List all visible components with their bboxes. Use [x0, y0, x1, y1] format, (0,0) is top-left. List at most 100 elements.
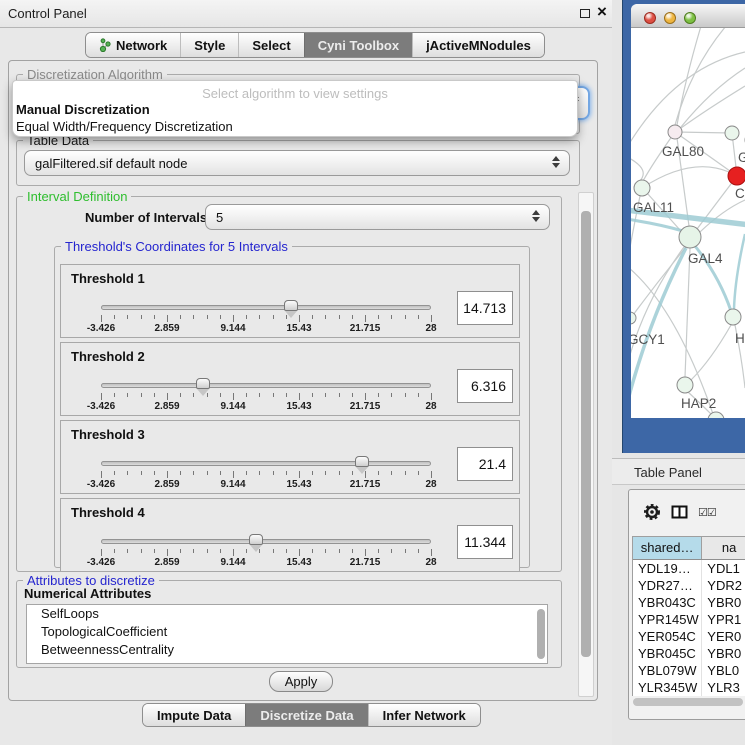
threshold-4-panel: Threshold 4 -3.4262.8599.14415.4321.71528… [60, 498, 520, 572]
float-window-icon[interactable] [580, 9, 590, 18]
zoom-traffic-light-icon[interactable] [684, 12, 696, 24]
table-panel-toolbar: ☑☑ [629, 490, 745, 534]
tick-mark [259, 393, 260, 397]
network-node-label: GAL11 [633, 200, 674, 215]
bottom-tab-infer-network[interactable]: Infer Network [368, 704, 480, 726]
attributes-list-scrollbar[interactable] [537, 609, 545, 659]
tab-network[interactable]: Network [86, 33, 180, 57]
tab-jactivemnodules[interactable]: jActiveMNodules [412, 33, 544, 57]
network-canvas[interactable]: GAL80GACGAL11GAL4GCY1HHAP2 [631, 28, 745, 418]
split-columns-icon[interactable] [671, 505, 688, 519]
numerical-attributes-list[interactable]: SelfLoopsTopologicalCoefficientBetweenne… [26, 604, 548, 664]
tick-mark [127, 393, 128, 397]
tick-label: 21.715 [350, 323, 381, 334]
threshold-3-value-field[interactable]: 21.4 [457, 447, 513, 481]
table-row[interactable]: YPR145WYPR1 [633, 611, 745, 628]
tab-style[interactable]: Style [180, 33, 238, 57]
tick-mark [233, 549, 234, 556]
tick-mark [127, 315, 128, 319]
apply-button[interactable]: Apply [269, 671, 333, 692]
gear-icon[interactable] [643, 503, 661, 521]
tick-mark [154, 471, 155, 475]
network-node-c[interactable] [728, 167, 745, 185]
table-row[interactable]: YLR345WYLR3 [633, 679, 745, 696]
algorithm-option-equal-width-frequency-discretization[interactable]: Equal Width/Frequency Discretization [16, 119, 233, 134]
threshold-2-value-field[interactable]: 6.316 [457, 369, 513, 403]
network-edge-highlighted[interactable] [734, 234, 745, 309]
bottom-tab-impute-data[interactable]: Impute Data [143, 704, 245, 726]
panel-scrollbar-thumb[interactable] [581, 211, 591, 657]
network-edge[interactable] [685, 248, 690, 377]
attribute-item-topologicalcoefficient[interactable]: TopologicalCoefficient [27, 623, 547, 641]
tab-select[interactable]: Select [238, 33, 303, 57]
tick-mark [273, 315, 274, 319]
slider-ticks [101, 315, 431, 322]
network-edge[interactable] [642, 167, 729, 188]
checkbox-pair-icon[interactable]: ☑☑ [698, 506, 716, 519]
threshold-1-value-field[interactable]: 14.713 [457, 291, 513, 325]
table-row[interactable]: YBR043CYBR0 [633, 594, 745, 611]
network-node-hap2[interactable] [677, 377, 693, 393]
bottom-tab-discretize-data[interactable]: Discretize Data [245, 704, 367, 726]
tick-mark [154, 549, 155, 553]
threshold-1-label: Threshold 1 [71, 271, 145, 286]
table-row[interactable]: YBR045CYBR0 [633, 645, 745, 662]
close-traffic-light-icon[interactable] [644, 12, 656, 24]
column-header-shared[interactable]: shared… [633, 537, 702, 559]
network-node-h[interactable] [725, 309, 741, 325]
network-node-label: H [735, 331, 745, 346]
network-node-gal80[interactable] [668, 125, 682, 139]
network-window-titlebar [631, 4, 745, 28]
tick-label: 15.43 [286, 401, 311, 412]
slider-ticks [101, 393, 431, 400]
threshold-1-slider[interactable]: -3.4262.8599.14415.4321.71528 [101, 303, 431, 333]
node-table[interactable]: shared…na YDL19…YDL1YDR27…YDR2YBR043CYBR… [632, 536, 745, 696]
control-panel-tabbar: Network StyleSelectCyni ToolboxjActiveMNo… [85, 32, 545, 58]
table-row[interactable]: YDL19…YDL1 [633, 560, 745, 577]
attribute-item-betweennesscentrality[interactable]: BetweennessCentrality [27, 641, 547, 659]
network-view-window[interactable]: GAL80GACGAL11GAL4GCY1HHAP2 [622, 0, 745, 453]
threshold-4-slider[interactable]: -3.4262.8599.14415.4321.71528 [101, 537, 431, 567]
table-row[interactable]: YBL079WYBL0 [633, 662, 745, 679]
network-edge[interactable] [675, 28, 726, 125]
tick-mark [325, 393, 326, 397]
network-node-gal11[interactable] [634, 180, 650, 196]
network-node[interactable] [725, 126, 739, 140]
tick-mark [193, 315, 194, 319]
table-row[interactable]: YER054CYER0 [633, 628, 745, 645]
network-node-gal4[interactable] [679, 226, 701, 248]
network-node-label: HAP2 [681, 396, 716, 411]
control-panel-title: Control Panel [8, 6, 87, 21]
tick-label: 28 [425, 401, 436, 412]
close-icon[interactable]: × [597, 2, 607, 22]
column-header-na[interactable]: na [702, 537, 745, 559]
tab-cyni-toolbox[interactable]: Cyni Toolbox [304, 33, 412, 57]
tick-mark [259, 471, 260, 475]
threshold-4-value-field[interactable]: 11.344 [457, 525, 513, 559]
network-edge[interactable] [631, 158, 643, 182]
threshold-4-label: Threshold 4 [71, 505, 145, 520]
minimize-traffic-light-icon[interactable] [664, 12, 676, 24]
tick-mark [286, 471, 287, 475]
threshold-3-slider[interactable]: -3.4262.8599.14415.4321.71528 [101, 459, 431, 489]
network-edge[interactable] [675, 132, 732, 133]
tick-mark [127, 471, 128, 475]
tick-mark [339, 393, 340, 397]
tick-mark [391, 315, 392, 319]
tick-label: 28 [425, 323, 436, 334]
panel-scrollbar[interactable] [578, 192, 594, 697]
threshold-2-slider[interactable]: -3.4262.8599.14415.4321.71528 [101, 381, 431, 411]
attribute-item-selfloops[interactable]: SelfLoops [27, 605, 547, 623]
network-node-gcy1[interactable] [631, 312, 636, 324]
number-of-intervals-select[interactable]: 5 [205, 204, 550, 230]
table-hscrollbar-thumb[interactable] [633, 698, 743, 706]
table-cell: YDR2 [702, 577, 745, 594]
tick-mark [233, 471, 234, 478]
bottom-tabbar: Impute DataDiscretize DataInfer Network [142, 703, 481, 727]
network-edge[interactable] [677, 28, 701, 125]
algorithm-option-manual-discretization[interactable]: Manual Discretization [16, 102, 150, 117]
tick-label: -3.426 [87, 479, 115, 490]
table-row[interactable]: YDR27…YDR2 [633, 577, 745, 594]
tab-label: Network [116, 38, 167, 53]
table-data-select[interactable]: galFiltered.sif default node [24, 150, 570, 176]
